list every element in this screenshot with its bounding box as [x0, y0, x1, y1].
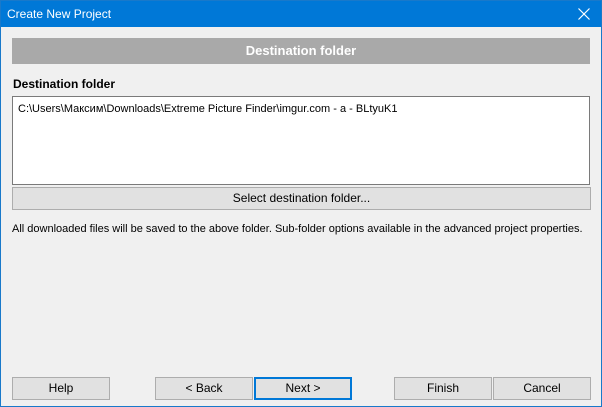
next-button[interactable]: Next >: [254, 377, 352, 400]
window-title: Create New Project: [7, 7, 112, 21]
cancel-button[interactable]: Cancel: [493, 377, 591, 400]
create-project-dialog: Create New Project Destination folder De…: [0, 0, 602, 407]
select-destination-folder-button[interactable]: Select destination folder...: [12, 187, 591, 210]
help-button[interactable]: Help: [12, 377, 110, 400]
back-button[interactable]: < Back: [155, 377, 253, 400]
finish-button[interactable]: Finish: [394, 377, 492, 400]
close-icon: [578, 8, 590, 20]
destination-folder-label: Destination folder: [13, 77, 116, 91]
page-header: Destination folder: [12, 38, 590, 64]
destination-path-field[interactable]: C:\Users\Максим\Downloads\Extreme Pictur…: [12, 96, 590, 185]
close-button[interactable]: [567, 1, 601, 27]
title-bar[interactable]: Create New Project: [1, 1, 601, 27]
info-text: All downloaded files will be saved to th…: [12, 223, 583, 235]
destination-path-text: C:\Users\Максим\Downloads\Extreme Pictur…: [18, 103, 398, 115]
